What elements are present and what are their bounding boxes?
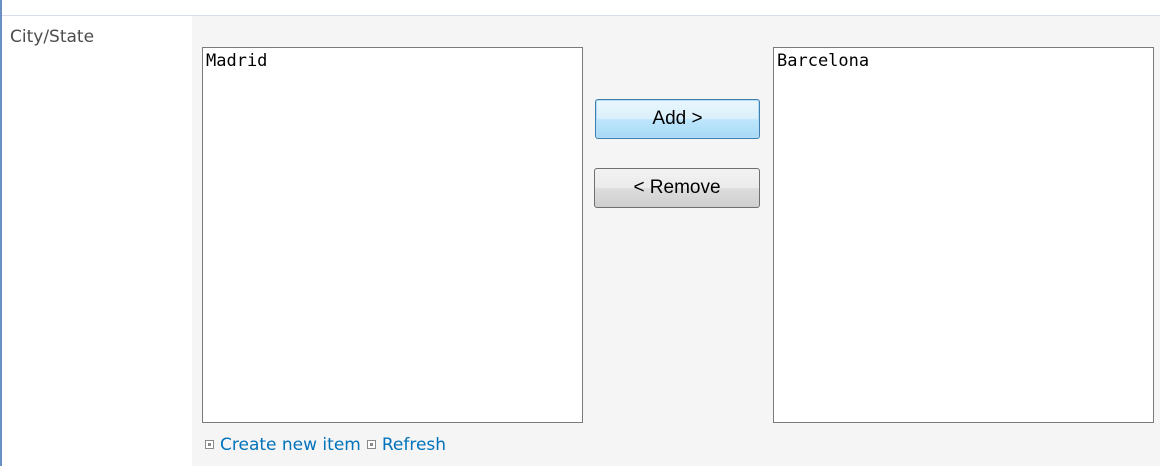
form-field-row: City/State Madrid Add > < Remove Barcelo… — [0, 0, 1160, 466]
label-cell: City/State — [2, 16, 192, 466]
add-button[interactable]: Add > — [595, 99, 760, 139]
available-items-listbox[interactable]: Madrid — [202, 47, 583, 423]
multi-lookup-control: Madrid Add > < Remove Barcelona Create n… — [192, 16, 1160, 466]
field-label: City/State — [10, 27, 95, 47]
available-item-madrid[interactable]: Madrid — [203, 48, 582, 71]
small-square-bullet-icon — [366, 440, 376, 449]
selected-item-barcelona[interactable]: Barcelona — [774, 48, 1153, 71]
create-new-item-link[interactable]: Create new item — [220, 435, 361, 455]
list-actions: Create new item Refresh — [205, 435, 446, 455]
selected-items-listbox[interactable]: Barcelona — [773, 47, 1154, 423]
refresh-link[interactable]: Refresh — [382, 435, 446, 455]
remove-button[interactable]: < Remove — [594, 168, 760, 208]
small-square-bullet-icon — [205, 440, 214, 449]
